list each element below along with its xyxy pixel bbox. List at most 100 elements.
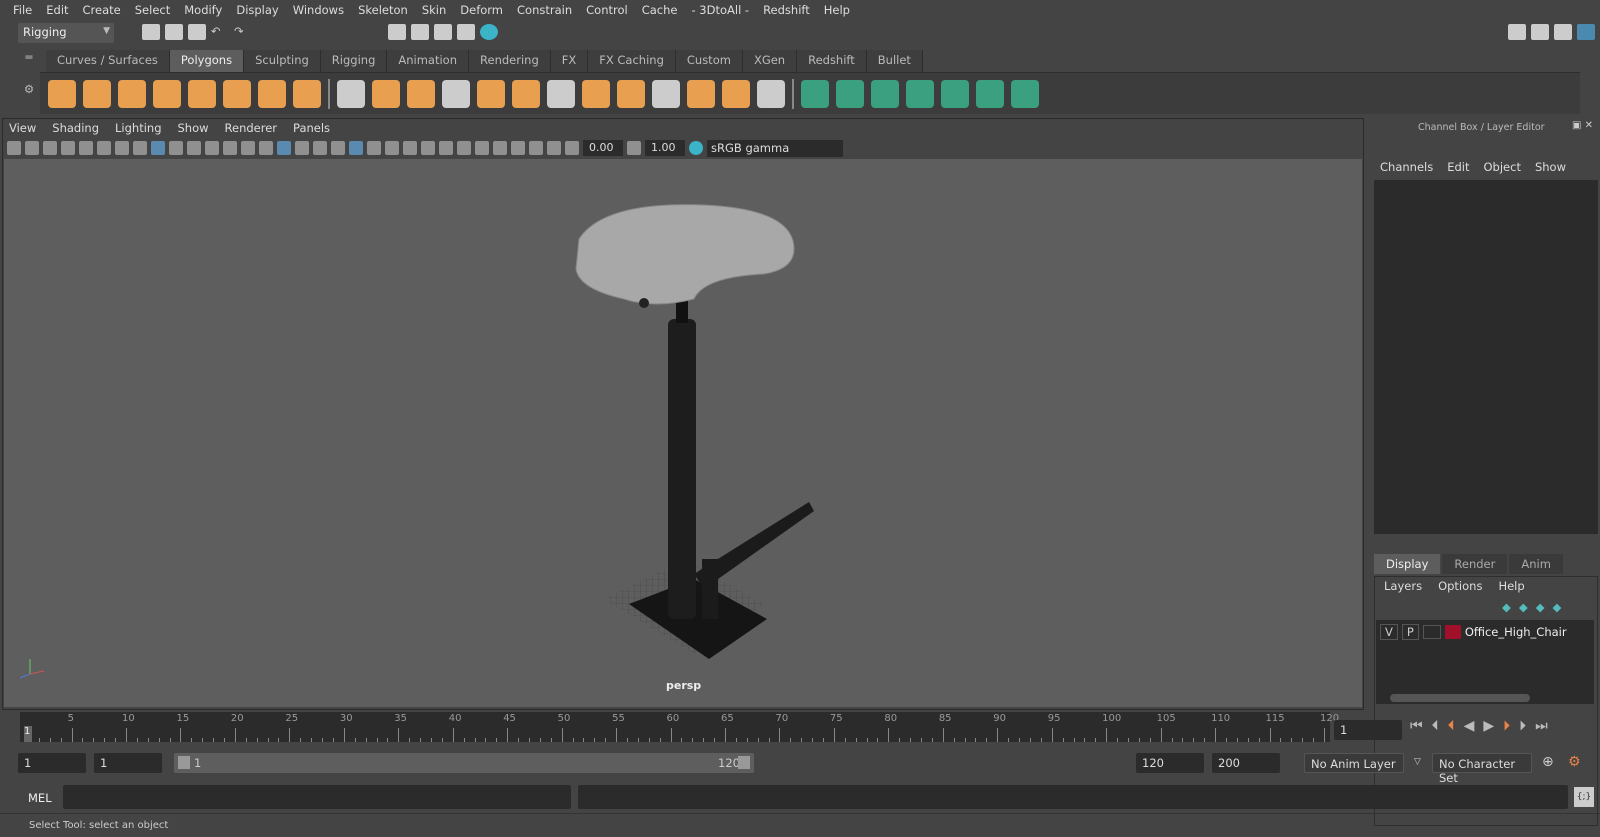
- boolean-icon[interactable]: [757, 79, 785, 108]
- go-to-start-icon[interactable]: ⏮: [1410, 718, 1423, 734]
- new-scene-icon[interactable]: [142, 24, 160, 40]
- shelf-tab-polygons[interactable]: Polygons: [169, 50, 245, 72]
- viewport-menu-shading[interactable]: Shading: [52, 121, 99, 135]
- anim-layer-dropdown[interactable]: No Anim Layer: [1304, 753, 1404, 773]
- exposure-field[interactable]: 0.00: [583, 140, 623, 156]
- gear-icon[interactable]: ⚙: [20, 82, 38, 96]
- fill-hole-icon[interactable]: [722, 79, 750, 108]
- menu-deform[interactable]: Deform: [453, 3, 510, 17]
- viewport-menu-panels[interactable]: Panels: [293, 121, 330, 135]
- channel-box-menu-channels[interactable]: Channels: [1380, 160, 1433, 174]
- pyramid-icon[interactable]: [258, 79, 286, 108]
- step-forward-icon[interactable]: ⏵: [1519, 718, 1526, 734]
- viewport-tool-icon[interactable]: [205, 141, 219, 155]
- menu-select[interactable]: Select: [128, 3, 177, 17]
- uv-cylindrical-icon[interactable]: [871, 79, 899, 108]
- viewport-menu-lighting[interactable]: Lighting: [115, 121, 161, 135]
- menu-control[interactable]: Control: [579, 3, 635, 17]
- playback-start-field[interactable]: 1: [94, 753, 162, 773]
- viewport-tool-icon[interactable]: [169, 141, 183, 155]
- range-end-field[interactable]: 200: [1212, 753, 1280, 773]
- hypershade-icon[interactable]: [480, 24, 498, 40]
- extrude-icon[interactable]: [512, 79, 540, 108]
- menu-modify[interactable]: Modify: [177, 3, 229, 17]
- viewport-tool-icon[interactable]: [187, 141, 201, 155]
- shelf-menu-icon[interactable]: ═: [20, 50, 38, 64]
- layer-tab-anim[interactable]: Anim: [1509, 554, 1563, 574]
- viewport-tool-icon[interactable]: [313, 141, 327, 155]
- play-forwards-icon[interactable]: ▶: [1483, 718, 1494, 734]
- viewport-tool-icon[interactable]: [61, 141, 75, 155]
- layer-row[interactable]: V P Office_High_Chair: [1376, 620, 1594, 644]
- cylinder-icon[interactable]: [118, 79, 146, 108]
- viewport-menu-show[interactable]: Show: [178, 121, 209, 135]
- viewport-tool-icon[interactable]: [529, 141, 543, 155]
- viewport-tool-icon[interactable]: [97, 141, 111, 155]
- shelf-tab-rigging[interactable]: Rigging: [320, 50, 388, 72]
- chevron-down-icon[interactable]: ▽: [1414, 757, 1421, 767]
- playback-end-field[interactable]: 120: [1136, 753, 1204, 773]
- current-frame-field[interactable]: 1: [1334, 720, 1402, 740]
- viewport-menu-renderer[interactable]: Renderer: [225, 121, 278, 135]
- command-language-label[interactable]: MEL: [28, 791, 52, 805]
- plane-icon[interactable]: [188, 79, 216, 108]
- layer-menu-options[interactable]: Options: [1438, 579, 1482, 593]
- layer-visibility-toggle[interactable]: V: [1380, 624, 1398, 640]
- viewport-tool-icon[interactable]: [43, 141, 57, 155]
- layer-tab-display[interactable]: Display: [1374, 554, 1441, 574]
- color-management-toggle-icon[interactable]: [689, 141, 703, 155]
- viewport-tool-icon[interactable]: [493, 141, 507, 155]
- menu-display[interactable]: Display: [229, 3, 285, 17]
- range-start-field[interactable]: 1: [18, 753, 86, 773]
- viewport-tool-icon[interactable]: [457, 141, 471, 155]
- viewport-tool-icon[interactable]: [259, 141, 273, 155]
- next-key-icon[interactable]: ⏵: [1503, 718, 1510, 734]
- multi-cut-icon[interactable]: [582, 79, 610, 108]
- channel-box-menu-edit[interactable]: Edit: [1447, 160, 1469, 174]
- color-space-dropdown[interactable]: sRGB gamma: [707, 139, 843, 157]
- viewport-tool-icon[interactable]: [277, 141, 291, 155]
- viewport-tool-icon[interactable]: [331, 141, 345, 155]
- viewport-tool-icon[interactable]: [367, 141, 381, 155]
- uv-layout-icon[interactable]: [1011, 79, 1039, 108]
- combine-icon[interactable]: [337, 79, 365, 108]
- redo-icon[interactable]: ↷: [234, 24, 252, 40]
- viewport-menu-view[interactable]: View: [9, 121, 36, 135]
- auto-key-icon[interactable]: ⊕: [1542, 754, 1554, 770]
- undo-icon[interactable]: ↶: [211, 24, 229, 40]
- menu-set-dropdown[interactable]: Rigging ▼: [18, 23, 114, 43]
- script-editor-icon[interactable]: {;}: [1574, 787, 1594, 807]
- shelf-tab-rendering[interactable]: Rendering: [469, 50, 551, 72]
- viewport-tool-icon[interactable]: [403, 141, 417, 155]
- channel-box-icon[interactable]: [1577, 24, 1595, 40]
- channel-box-menu-show[interactable]: Show: [1535, 160, 1566, 174]
- torus-icon[interactable]: [223, 79, 251, 108]
- layer-menu-help[interactable]: Help: [1498, 579, 1524, 593]
- target-weld-icon[interactable]: [652, 79, 680, 108]
- shelf-tab-fx[interactable]: FX: [550, 50, 589, 72]
- viewport-tool-icon[interactable]: [133, 141, 147, 155]
- smooth-icon[interactable]: [442, 79, 470, 108]
- range-slider[interactable]: 1 120: [174, 753, 754, 773]
- sphere-icon[interactable]: [48, 79, 76, 108]
- insert-edge-loop-icon[interactable]: [617, 79, 645, 108]
- viewport-tool-icon[interactable]: [511, 141, 525, 155]
- menu-3dtoall[interactable]: - 3DtoAll -: [684, 3, 756, 17]
- time-slider[interactable]: 1 5 10 15 20 25 30 35 40 45 50 55 60 65 70 75 80 85 90 95 10…: [20, 712, 1339, 742]
- tool-settings-icon[interactable]: [1554, 24, 1572, 40]
- menu-skin[interactable]: Skin: [415, 3, 453, 17]
- play-backwards-icon[interactable]: ◀: [1464, 718, 1475, 734]
- viewport-tool-icon[interactable]: [475, 141, 489, 155]
- gamma-field[interactable]: 1.00: [645, 140, 685, 156]
- shelf-tab-bullet[interactable]: Bullet: [866, 50, 923, 72]
- ipr-render-icon[interactable]: [434, 24, 452, 40]
- viewport-tool-icon[interactable]: [223, 141, 237, 155]
- uv-spherical-icon[interactable]: [906, 79, 934, 108]
- viewport-tool-icon[interactable]: [25, 141, 39, 155]
- gamma-icon[interactable]: [627, 141, 641, 155]
- shelf-tab-custom[interactable]: Custom: [675, 50, 743, 72]
- viewport-tool-icon[interactable]: [295, 141, 309, 155]
- float-close-icons[interactable]: ▣ ✕: [1572, 120, 1593, 131]
- viewport-tool-icon[interactable]: [565, 141, 579, 155]
- render-frame-icon[interactable]: [411, 24, 429, 40]
